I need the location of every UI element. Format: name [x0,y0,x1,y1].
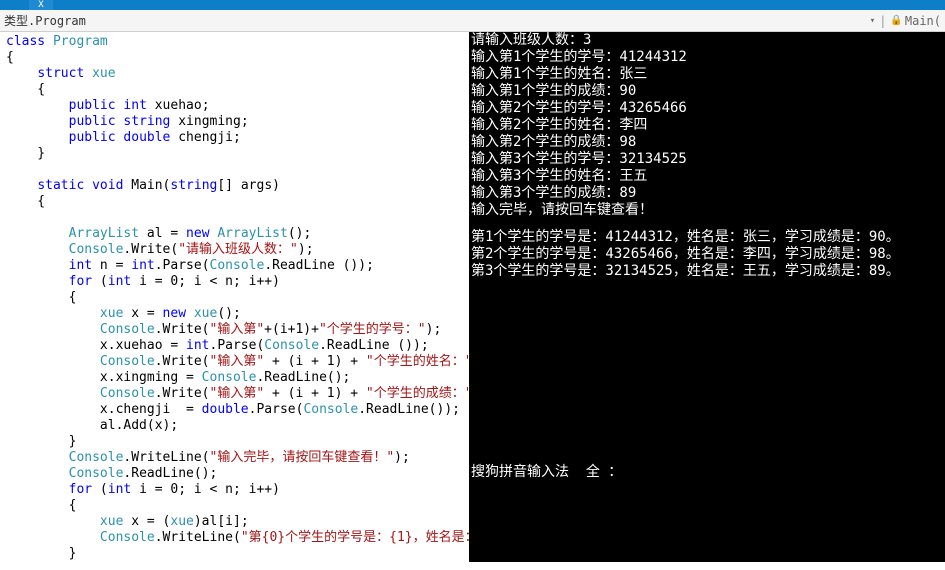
lock-icon: 🔒 [890,15,902,26]
console-line: 请输入班级人数：3 [471,32,943,49]
breadcrumb-method-dropdown[interactable]: Main( [905,14,941,28]
breadcrumb-bar: 类型.Program ▾ | 🔒 Main( [0,10,945,32]
console-line: 输入第2个学生的学号：43265466 [471,100,943,117]
console-line: 输入第3个学生的成绩：89 [471,185,943,202]
console-result-line: 第2个学生的学号是：43265466，姓名是：李四，学习成绩是：98。 [471,246,943,263]
titlebar-close-x[interactable]: X [29,0,53,10]
console-line: 输入第2个学生的姓名：李四 [471,117,943,134]
console-line: 输入第3个学生的学号：32134525 [471,151,943,168]
titlebar-spacer [0,0,29,10]
console-line: 输入第1个学生的学号：41244312 [471,49,943,66]
console-line: 输入第2个学生的成绩：98 [471,134,943,151]
breadcrumb-separator: | [879,14,886,28]
code-editor[interactable]: class Program { struct xue { public int … [0,32,469,562]
console-output[interactable]: 请输入班级人数：3输入第1个学生的学号：41244312输入第1个学生的姓名：张… [469,32,945,562]
console-result-line: 第3个学生的学号是：32134525，姓名是：王五，学习成绩是：89。 [471,263,943,280]
bottom-strip [0,562,945,570]
console-line: 输入第1个学生的成绩：90 [471,83,943,100]
window-titlebar: X [0,0,945,10]
code-text: class Program { struct xue { public int … [6,34,469,562]
console-line: 输入第1个学生的姓名：张三 [471,66,943,83]
ime-status: 搜狗拼音输入法 全 ： [471,464,622,481]
console-line: 输入第3个学生的姓名：王五 [471,168,943,185]
breadcrumb-class-dropdown[interactable]: 类型.Program [4,14,86,28]
console-result-line: 第1个学生的学号是：41244312，姓名是：张三，学习成绩是：90。 [471,229,943,246]
console-line: 输入完毕，请按回车键查看！ [471,202,943,219]
chevron-down-icon[interactable]: ▾ [870,16,875,26]
